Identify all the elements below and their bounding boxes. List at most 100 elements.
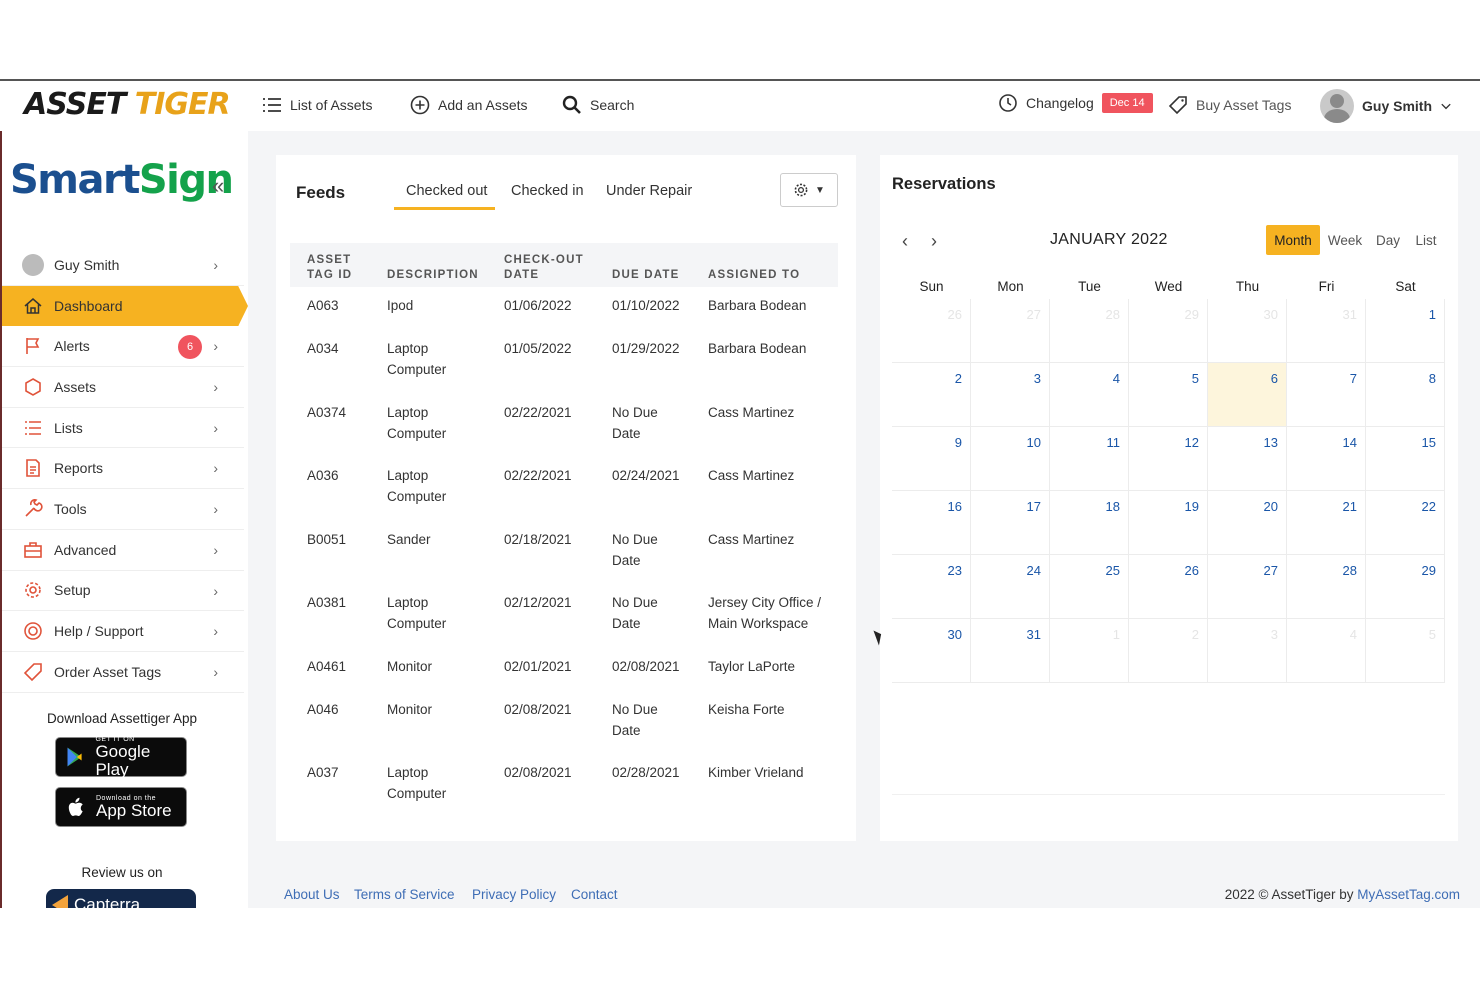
calendar-day-cell[interactable]: 15 [1366, 427, 1445, 491]
view-list-button[interactable]: List [1410, 225, 1442, 255]
calendar-day-cell[interactable]: 4 [1050, 363, 1129, 427]
calendar-day-cell[interactable]: 29 [1129, 299, 1208, 363]
footer-link-contact[interactable]: Contact [571, 887, 618, 902]
calendar-day-cell[interactable]: 24 [971, 555, 1050, 619]
calendar-day-cell[interactable]: 27 [1208, 555, 1287, 619]
calendar-day-cell[interactable]: 30 [1208, 299, 1287, 363]
view-day-button[interactable]: Day [1372, 225, 1404, 255]
calendar-day-cell[interactable]: 26 [892, 299, 971, 363]
sidebar-item-reports[interactable]: Reports › [0, 448, 244, 490]
google-play-text: GET IT ON Google Play [95, 736, 186, 779]
cell-checkout-date: 02/01/2021 [504, 659, 572, 674]
calendar-day-cell[interactable]: 18 [1050, 491, 1129, 555]
app-store-button[interactable]: Download on the App Store [55, 787, 187, 827]
sidebar-item-alerts[interactable]: Alerts 6 › [0, 326, 244, 368]
calendar-day-cell[interactable]: 16 [892, 491, 971, 555]
clock-icon [999, 94, 1017, 112]
view-month-button[interactable]: Month [1266, 225, 1320, 255]
column-header-description[interactable]: DESCRIPTION [387, 268, 479, 283]
nav-list-of-assets-label: List of Assets [290, 97, 373, 113]
calendar-day-cell[interactable]: 1 [1366, 299, 1445, 363]
footer-link-terms[interactable]: Terms of Service [354, 887, 455, 902]
calendar-day-cell[interactable]: 20 [1208, 491, 1287, 555]
calendar-day-cell[interactable]: 5 [1129, 363, 1208, 427]
calendar-day-cell[interactable]: 1 [1050, 619, 1129, 683]
cell-checkout-date: 02/08/2021 [504, 765, 572, 780]
nav-search[interactable]: Search [562, 95, 634, 115]
column-header-due-date[interactable]: DUE DATE [612, 268, 680, 283]
smartsign-logo[interactable]: SmartSign [10, 157, 234, 203]
tab-checked-in[interactable]: Checked in [511, 183, 584, 199]
calendar-day-cell[interactable]: 3 [971, 363, 1050, 427]
sidebar-item-assets[interactable]: Assets › [0, 367, 244, 408]
view-week-button[interactable]: Week [1324, 225, 1366, 255]
sidebar-item-help-support[interactable]: Help / Support › [0, 611, 244, 652]
weekday-label: Sun [919, 279, 944, 294]
calendar-day-cell[interactable]: 11 [1050, 427, 1129, 491]
column-header-assigned-to[interactable]: ASSIGNED TO [708, 268, 800, 283]
calendar-day-cell[interactable]: 26 [1129, 555, 1208, 619]
cell-assigned-to: Keisha Forte [708, 702, 785, 717]
column-header-checkout-date[interactable]: CHECK-OUT DATE [504, 253, 584, 283]
nav-list-of-assets[interactable]: List of Assets [262, 95, 372, 115]
calendar-day-cell[interactable]: 8 [1366, 363, 1445, 427]
weekday-label: Thu [1235, 279, 1260, 294]
list-icon [263, 98, 281, 112]
sidebar-item-lists[interactable]: Lists › [0, 408, 244, 449]
calendar-day-cell[interactable]: 14 [1287, 427, 1366, 491]
calendar-day-cell[interactable]: 6 [1208, 363, 1287, 427]
calendar-day-cell[interactable]: 2 [892, 363, 971, 427]
collapse-sidebar-button[interactable]: « [212, 173, 224, 199]
tab-under-repair[interactable]: Under Repair [606, 183, 692, 199]
calendar-day-cell[interactable]: 9 [892, 427, 971, 491]
footer-link-privacy[interactable]: Privacy Policy [472, 887, 556, 902]
calendar-day-cell[interactable]: 28 [1287, 555, 1366, 619]
calendar-day-cell[interactable]: 31 [1287, 299, 1366, 363]
cell-checkout-date: 02/22/2021 [504, 405, 572, 420]
calendar-day-cell[interactable]: 7 [1287, 363, 1366, 427]
cell-due-date: 01/10/2022 [612, 298, 680, 313]
calendar-day-cell[interactable]: 25 [1050, 555, 1129, 619]
apple-icon [68, 797, 83, 816]
calendar-day-cell[interactable]: 27 [971, 299, 1050, 363]
calendar-day-cell[interactable]: 10 [971, 427, 1050, 491]
footer-link-about-us[interactable]: About Us [284, 887, 340, 902]
calendar-day-cell[interactable]: 4 [1287, 619, 1366, 683]
myassettag-link[interactable]: MyAssetTag.com [1357, 887, 1460, 902]
cell-assigned-to: Cass Martinez [708, 405, 795, 420]
calendar-day-cell[interactable]: 3 [1208, 619, 1287, 683]
cell-checkout-date: 02/08/2021 [504, 702, 572, 717]
nav-buy-asset-tags[interactable]: Buy Asset Tags [1168, 95, 1291, 115]
google-play-button[interactable]: GET IT ON Google Play [55, 736, 187, 779]
sidebar-item-setup[interactable]: Setup › [0, 571, 244, 612]
calendar-prev-button[interactable]: ‹ [902, 231, 908, 252]
calendar-day-cell[interactable]: 30 [892, 619, 971, 683]
calendar-day-cell[interactable]: 12 [1129, 427, 1208, 491]
sidebar-item-profile[interactable]: Guy Smith › [0, 245, 244, 286]
tab-checked-out[interactable]: Checked out [394, 183, 496, 210]
home-icon [22, 295, 44, 317]
user-menu[interactable]: Guy Smith [1320, 89, 1452, 123]
assettiger-logo[interactable]: ASSET TIGER [24, 87, 231, 122]
sidebar-item-tools[interactable]: Tools › [0, 489, 244, 530]
calendar-next-button[interactable]: › [931, 231, 937, 252]
nav-add-asset[interactable]: Add an Assets [410, 95, 528, 115]
sidebar-item-advanced[interactable]: Advanced › [0, 530, 244, 571]
calendar-day-cell[interactable]: 31 [971, 619, 1050, 683]
calendar-day-cell[interactable]: 29 [1366, 555, 1445, 619]
column-header-asset-tag[interactable]: ASSET TAG ID [307, 253, 352, 283]
calendar-day-cell[interactable]: 23 [892, 555, 971, 619]
calendar-day-cell[interactable]: 19 [1129, 491, 1208, 555]
nav-changelog[interactable]: Changelog Dec 14 [998, 93, 1153, 113]
feeds-settings-dropdown[interactable]: ▼ [780, 173, 838, 207]
calendar-day-cell[interactable]: 21 [1287, 491, 1366, 555]
calendar-day-cell[interactable]: 28 [1050, 299, 1129, 363]
calendar-day-cell[interactable]: 5 [1366, 619, 1445, 683]
calendar-day-cell[interactable]: 2 [1129, 619, 1208, 683]
calendar-day-cell[interactable]: 17 [971, 491, 1050, 555]
sidebar-item-order-asset-tags[interactable]: Order Asset Tags › [0, 652, 244, 693]
capterra-badge[interactable]: Capterra [46, 889, 196, 908]
sidebar-item-dashboard[interactable]: Dashboard [0, 285, 248, 327]
calendar-day-cell[interactable]: 22 [1366, 491, 1445, 555]
calendar-day-cell[interactable]: 13 [1208, 427, 1287, 491]
